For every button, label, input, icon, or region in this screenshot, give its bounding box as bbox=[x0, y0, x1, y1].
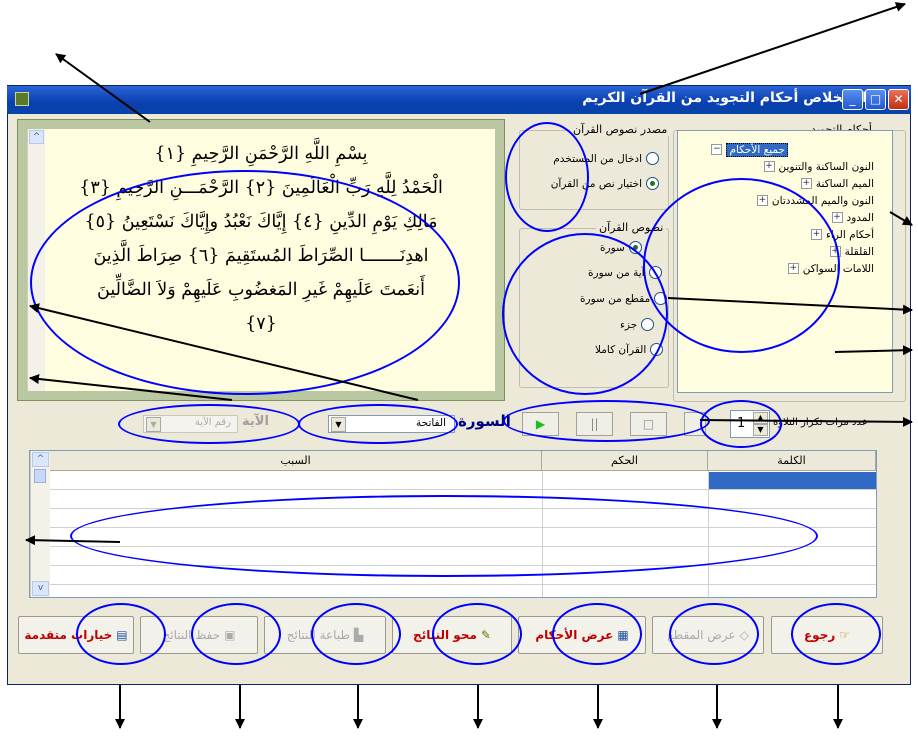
arrow bbox=[667, 297, 913, 315]
arrow bbox=[29, 303, 419, 401]
arrow bbox=[29, 374, 233, 401]
arrow bbox=[889, 211, 913, 226]
arrow bbox=[834, 345, 913, 356]
arrow bbox=[699, 416, 913, 427]
arrow bbox=[55, 53, 151, 123]
arrow bbox=[25, 535, 121, 546]
arrow bbox=[639, 2, 906, 95]
annotation-arrows bbox=[25, 2, 913, 729]
